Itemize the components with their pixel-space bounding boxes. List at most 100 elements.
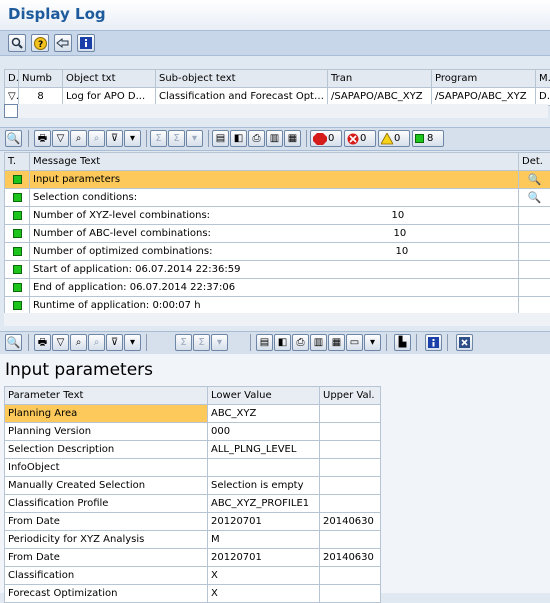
column-header[interactable]: Det.: [519, 153, 550, 171]
find-next-icon[interactable]: ⌕: [88, 130, 105, 147]
local-file-icon[interactable]: ▾: [364, 334, 381, 351]
success-icon: [13, 265, 22, 274]
spreadsheet-icon[interactable]: ▦: [328, 334, 345, 351]
print-icon[interactable]: 🖶: [34, 334, 51, 351]
filter-icon[interactable]: ▽: [52, 130, 69, 147]
column-header[interactable]: Numb: [19, 70, 63, 88]
parameter-cell: Classification Profile: [5, 495, 208, 513]
grid-icon[interactable]: ▦: [284, 130, 301, 147]
print-preview-icon[interactable]: ▤: [212, 130, 229, 147]
column-header[interactable]: Sub-object text: [156, 70, 328, 88]
subtotal-icon[interactable]: Σ: [193, 334, 210, 351]
sum-icon[interactable]: Σ: [150, 130, 167, 147]
detail-cell[interactable]: 🔍: [519, 171, 550, 189]
table-row[interactable]: Selection conditions: 🔍: [5, 189, 550, 207]
export-icon[interactable]: ⎙: [292, 334, 309, 351]
layout-icon[interactable]: ▥: [310, 334, 327, 351]
table-row[interactable]: Number of ABC-level combinations:10: [5, 225, 550, 243]
column-header[interactable]: Parameter Text: [5, 387, 208, 405]
find-icon[interactable]: ⌕: [70, 130, 87, 147]
column-header[interactable]: Mo: [536, 70, 550, 88]
filter-menu-icon[interactable]: ▾: [124, 334, 141, 351]
table-row[interactable]: Start of application: 06.07.2014 22:36:5…: [5, 261, 550, 279]
column-header[interactable]: Lower Value: [208, 387, 320, 405]
column-header[interactable]: Message Text: [30, 153, 519, 171]
toolbar-separator: [416, 334, 417, 351]
detail-icon[interactable]: [8, 34, 26, 52]
message-text-cell: Number of optimized combinations:10: [30, 243, 519, 261]
stop-messages-button[interactable]: 0: [310, 130, 342, 147]
table-row[interactable]: Classification X: [5, 567, 381, 585]
abc-analysis-icon[interactable]: ▙: [394, 334, 411, 351]
help-icon[interactable]: ?: [31, 34, 49, 52]
detail-icon[interactable]: 🔍: [5, 130, 22, 147]
row-selector-checkbox[interactable]: [4, 104, 18, 118]
set-filter-icon[interactable]: ⊽: [106, 334, 123, 351]
message-table-header: T. Message Text Det.: [5, 153, 550, 171]
lower-value-cell: 000: [208, 423, 320, 441]
subtotal-icon[interactable]: Σ: [168, 130, 185, 147]
warning-messages-button[interactable]: 0: [378, 130, 410, 147]
detail-cell[interactable]: 🔍: [519, 189, 550, 207]
table-row[interactable]: Forecast Optimization X: [5, 585, 381, 603]
success-messages-button[interactable]: 8: [412, 130, 444, 147]
window-title: Display Log: [8, 5, 106, 23]
table-row[interactable]: From Date 20120701 20140630: [5, 513, 381, 531]
table-row[interactable]: End of application: 06.07.2014 22:37:06: [5, 279, 550, 297]
table-row[interactable]: Runtime of application: 0:00:07 h: [5, 297, 550, 315]
filter-icon[interactable]: ▽: [52, 334, 69, 351]
error-messages-button[interactable]: 0: [344, 130, 376, 147]
find-icon[interactable]: ⌕: [70, 334, 87, 351]
print-icon[interactable]: 🖶: [34, 130, 51, 147]
sum-menu-icon[interactable]: ▾: [211, 334, 228, 351]
export-icon[interactable]: ⎙: [248, 130, 265, 147]
sum-menu-icon[interactable]: ▾: [186, 130, 203, 147]
views-icon[interactable]: ◧: [274, 334, 291, 351]
table-row[interactable]: Periodicity for XYZ Analysis M: [5, 531, 381, 549]
triangle-down-icon[interactable]: ▽: [8, 91, 19, 102]
message-type-cell: [5, 189, 30, 207]
success-icon: [13, 211, 22, 220]
table-row[interactable]: Number of XYZ-level combinations:10: [5, 207, 550, 225]
table-row[interactable]: Planning Area ABC_XYZ: [5, 405, 381, 423]
views-icon[interactable]: ◧: [230, 130, 247, 147]
technical-info-icon[interactable]: [54, 34, 72, 52]
parameter-cell: From Date: [5, 549, 208, 567]
table-row[interactable]: Selection Description ALL_PLNG_LEVEL: [5, 441, 381, 459]
column-header[interactable]: D: [5, 70, 19, 88]
expand-toggle[interactable]: ▽: [5, 88, 19, 106]
lower-value-cell: M: [208, 531, 320, 549]
table-row[interactable]: Input parameters 🔍: [5, 171, 550, 189]
table-row[interactable]: InfoObject: [5, 459, 381, 477]
lower-value-cell: X: [208, 585, 320, 603]
table-row[interactable]: Manually Created Selection Selection is …: [5, 477, 381, 495]
svg-text:?: ?: [38, 40, 43, 50]
sum-icon[interactable]: Σ: [175, 334, 192, 351]
detail-icon[interactable]: 🔍: [528, 191, 542, 204]
message-text: Number of XYZ-level combinations:: [33, 210, 210, 221]
toolbar-separator: [208, 130, 209, 147]
filter-menu-icon[interactable]: ▾: [124, 130, 141, 147]
info-icon[interactable]: [77, 34, 95, 52]
close-icon[interactable]: [456, 334, 473, 351]
column-header[interactable]: T.: [5, 153, 30, 171]
column-header[interactable]: Program: [432, 70, 536, 88]
column-header[interactable]: Upper Val.: [320, 387, 381, 405]
detail-icon[interactable]: 🔍: [5, 334, 22, 351]
set-filter-icon[interactable]: ⊽: [106, 130, 123, 147]
table-row[interactable]: ▽ 8 Log for APO D... Classification and …: [5, 88, 550, 106]
table-row[interactable]: Planning Version 000: [5, 423, 381, 441]
table-row[interactable]: Classification Profile ABC_XYZ_PROFILE1: [5, 495, 381, 513]
table-row[interactable]: From Date 20120701 20140630: [5, 549, 381, 567]
parameter-cell: Selection Description: [5, 441, 208, 459]
detail-icon[interactable]: 🔍: [528, 173, 542, 186]
column-header[interactable]: Object txt: [63, 70, 156, 88]
info-icon[interactable]: [425, 334, 442, 351]
layout-icon[interactable]: ▥: [266, 130, 283, 147]
table-row[interactable]: Number of optimized combinations:10: [5, 243, 550, 261]
column-header[interactable]: Tran: [328, 70, 432, 88]
message-type-cell: [5, 243, 30, 261]
find-next-icon[interactable]: ⌕: [88, 334, 105, 351]
word-processing-icon[interactable]: ▭: [346, 334, 363, 351]
print-preview-icon[interactable]: ▤: [256, 334, 273, 351]
